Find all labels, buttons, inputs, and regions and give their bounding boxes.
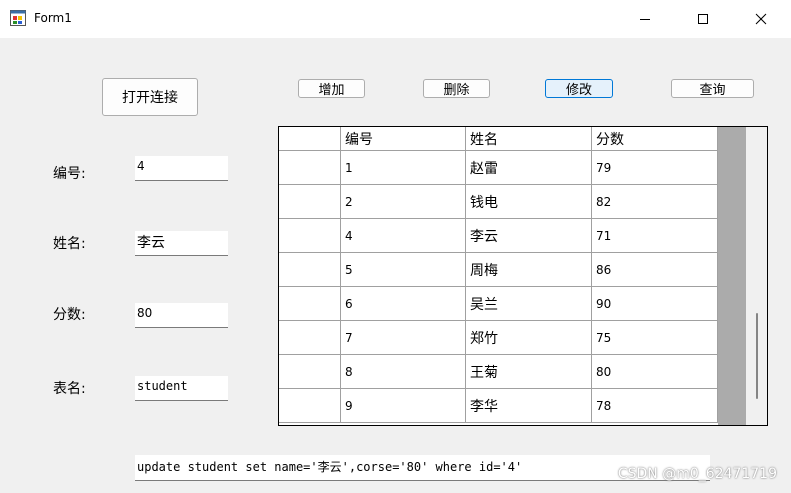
score-field[interactable]: 80 xyxy=(135,303,228,328)
row-header[interactable] xyxy=(279,389,341,422)
cell-id[interactable]: 6 xyxy=(341,287,466,320)
cell-name[interactable]: 周梅 xyxy=(466,253,592,286)
cell-score[interactable]: 75 xyxy=(592,321,718,354)
cell-id[interactable]: 9 xyxy=(341,389,466,422)
cell-name[interactable]: 赵雷 xyxy=(466,151,592,184)
table-row[interactable]: 2 钱电 82 xyxy=(279,185,718,219)
cell-id[interactable]: 2 xyxy=(341,185,466,218)
row-header[interactable] xyxy=(279,151,341,184)
cell-score[interactable]: 80 xyxy=(592,355,718,388)
table-row[interactable]: 4 李云 71 xyxy=(279,219,718,253)
add-button[interactable]: 增加 xyxy=(298,79,365,98)
cell-id[interactable]: 1 xyxy=(341,151,466,184)
id-field[interactable]: 4 xyxy=(135,156,228,181)
maximize-button[interactable] xyxy=(680,0,726,38)
column-header-score[interactable]: 分数 xyxy=(592,127,718,150)
cell-score[interactable]: 71 xyxy=(592,219,718,252)
data-grid[interactable]: 编号 姓名 分数 1 赵雷 79 2 钱电 82 4 李云 71 5 周梅 86… xyxy=(278,126,768,426)
data-grid-body: 编号 姓名 分数 1 赵雷 79 2 钱电 82 4 李云 71 5 周梅 86… xyxy=(279,127,718,425)
cell-name[interactable]: 郑竹 xyxy=(466,321,592,354)
table-name-field[interactable]: student xyxy=(135,376,228,401)
row-header[interactable] xyxy=(279,355,341,388)
name-label: 姓名: xyxy=(53,236,86,252)
vertical-scrollbar[interactable] xyxy=(746,127,767,425)
cell-score[interactable]: 78 xyxy=(592,389,718,422)
title-bar: Form1 xyxy=(0,0,791,38)
close-button[interactable] xyxy=(738,0,784,38)
table-row[interactable]: 9 李华 78 xyxy=(279,389,718,423)
cell-score[interactable]: 79 xyxy=(592,151,718,184)
cell-score[interactable]: 90 xyxy=(592,287,718,320)
cell-name[interactable]: 李云 xyxy=(466,219,592,252)
score-label: 分数: xyxy=(53,307,86,323)
cell-id[interactable]: 4 xyxy=(341,219,466,252)
app-icon xyxy=(10,10,26,26)
window-title: Form1 xyxy=(34,11,72,25)
open-connection-button[interactable]: 打开连接 xyxy=(102,78,198,116)
grid-corner-header[interactable] xyxy=(279,127,341,150)
row-header[interactable] xyxy=(279,287,341,320)
cell-name[interactable]: 钱电 xyxy=(466,185,592,218)
column-header-name[interactable]: 姓名 xyxy=(466,127,592,150)
column-header-id[interactable]: 编号 xyxy=(341,127,466,150)
table-row[interactable]: 6 吴兰 90 xyxy=(279,287,718,321)
table-row[interactable]: 1 赵雷 79 xyxy=(279,151,718,185)
table-row[interactable]: 7 郑竹 75 xyxy=(279,321,718,355)
cell-score[interactable]: 86 xyxy=(592,253,718,286)
query-button[interactable]: 查询 xyxy=(671,79,754,98)
cell-id[interactable]: 8 xyxy=(341,355,466,388)
row-header[interactable] xyxy=(279,321,341,354)
delete-button[interactable]: 删除 xyxy=(423,79,490,98)
grid-empty-area xyxy=(718,127,746,425)
cell-id[interactable]: 5 xyxy=(341,253,466,286)
row-header[interactable] xyxy=(279,219,341,252)
minimize-icon xyxy=(640,19,650,20)
cell-name[interactable]: 吴兰 xyxy=(466,287,592,320)
cell-score[interactable]: 82 xyxy=(592,185,718,218)
table-row[interactable]: 5 周梅 86 xyxy=(279,253,718,287)
maximize-icon xyxy=(698,14,708,24)
cell-name[interactable]: 李华 xyxy=(466,389,592,422)
minimize-button[interactable] xyxy=(622,0,668,38)
form-client-area: 打开连接 增加 删除 修改 查询 编号: 4 姓名: 李云 分数: 80 表名:… xyxy=(0,38,791,493)
row-header[interactable] xyxy=(279,185,341,218)
modify-button[interactable]: 修改 xyxy=(545,79,613,98)
name-field[interactable]: 李云 xyxy=(135,231,228,256)
grid-header-row: 编号 姓名 分数 xyxy=(279,127,718,151)
row-header[interactable] xyxy=(279,253,341,286)
close-icon xyxy=(755,13,767,25)
cell-id[interactable]: 7 xyxy=(341,321,466,354)
table-name-label: 表名: xyxy=(53,381,86,397)
scrollbar-thumb[interactable] xyxy=(756,313,758,399)
watermark: CSDN @m0_62471719 xyxy=(617,466,777,482)
table-row[interactable]: 8 王菊 80 xyxy=(279,355,718,389)
cell-name[interactable]: 王菊 xyxy=(466,355,592,388)
id-label: 编号: xyxy=(53,166,86,182)
